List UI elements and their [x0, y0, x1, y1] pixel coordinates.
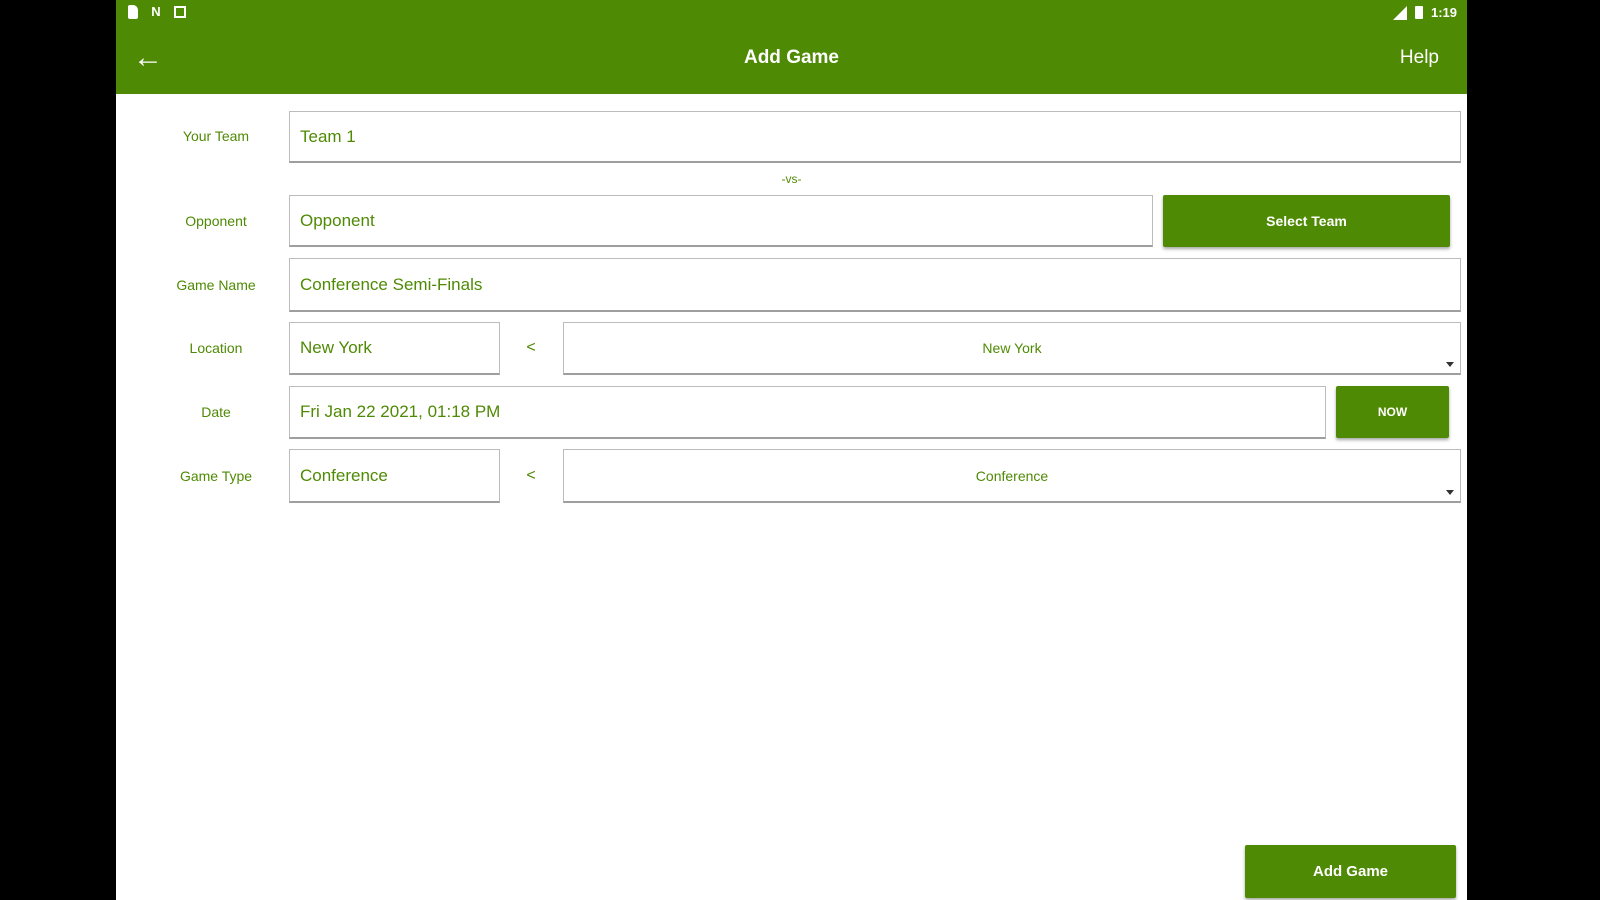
your-team-label: Your Team [182, 128, 250, 144]
game-name-label: Game Name [176, 277, 256, 293]
n-icon: N [151, 4, 161, 19]
now-button[interactable]: NOW [1336, 386, 1449, 438]
status-right: 1:19 [1392, 5, 1457, 20]
date-label: Date [201, 404, 231, 420]
sd-card-icon [128, 5, 138, 19]
location-dropdown[interactable]: New York [563, 322, 1461, 375]
chevron-down-icon [1446, 490, 1454, 495]
game-type-dropdown[interactable]: Conference [563, 449, 1461, 503]
chevron-down-icon [1446, 362, 1454, 367]
game-name-field[interactable]: Conference Semi-Finals [289, 258, 1461, 312]
battery-icon [1414, 6, 1423, 19]
location-separator: < [526, 339, 536, 356]
status-bar: N 1:19 [116, 0, 1467, 27]
game-type-field[interactable]: Conference [289, 449, 500, 503]
game-type-dropdown-value: Conference [975, 467, 1049, 484]
opponent-field[interactable]: Opponent [289, 195, 1153, 247]
game-type-label: Game Type [179, 468, 253, 484]
help-button[interactable]: Help [1400, 47, 1439, 69]
location-label: Location [189, 340, 243, 356]
status-left-icons: N [128, 5, 186, 19]
box-icon [174, 6, 186, 18]
your-team-field[interactable]: Team 1 [289, 111, 1461, 163]
add-game-button[interactable]: Add Game [1245, 845, 1456, 898]
location-field[interactable]: New York [289, 322, 500, 375]
location-dropdown-value: New York [982, 340, 1042, 356]
signal-icon [1392, 5, 1407, 20]
select-team-button[interactable]: Select Team [1163, 195, 1450, 247]
page-title: Add Game [743, 47, 840, 68]
date-field[interactable]: Fri Jan 22 2021, 01:18 PM [289, 386, 1326, 439]
opponent-label: Opponent [185, 213, 247, 229]
game-type-separator: < [526, 467, 536, 484]
status-time: 1:19 [1430, 5, 1457, 20]
app-bar: ← Add Game Help [116, 27, 1467, 94]
app-screen: N 1:19 ← Add Game Help Your Team Team 1 … [116, 0, 1467, 900]
vs-label: -vs- [781, 172, 802, 186]
